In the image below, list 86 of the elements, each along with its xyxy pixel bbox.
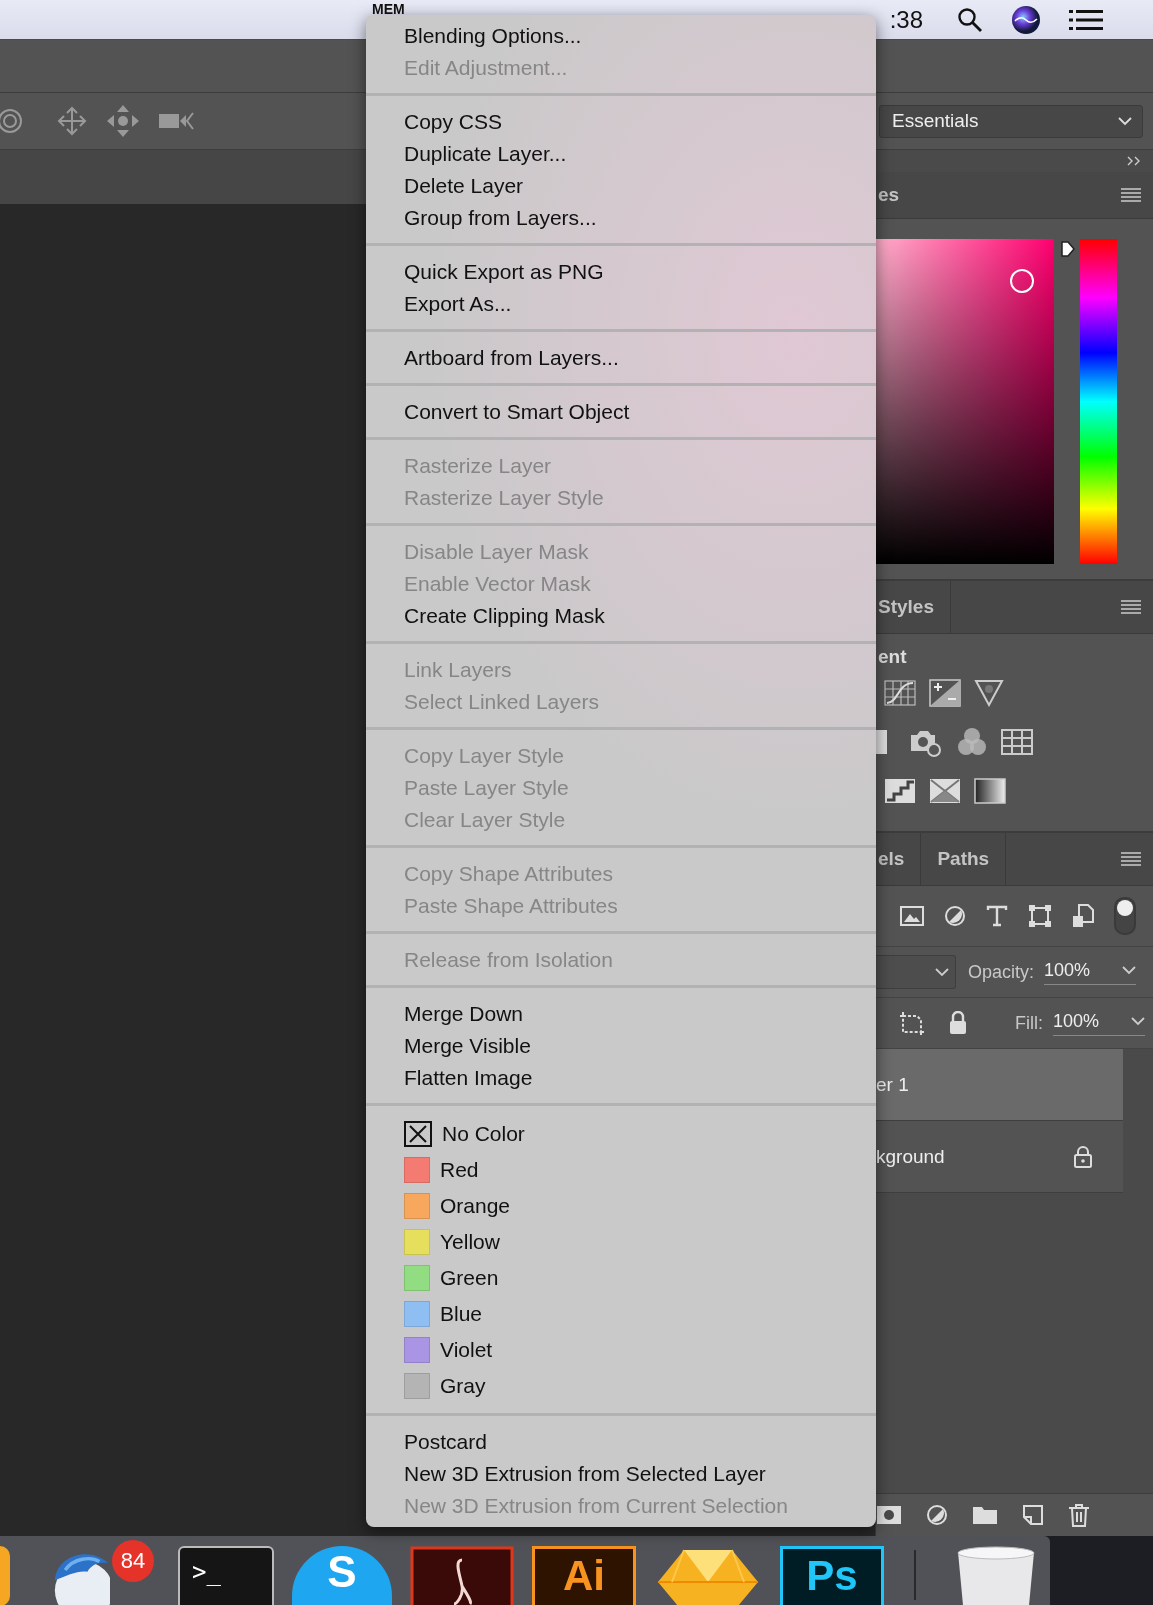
panel-heading: ent [877, 645, 908, 668]
panel-menu-icon[interactable] [1121, 188, 1141, 202]
menu-item[interactable]: Orange [440, 1194, 511, 1218]
panel-menu-icon[interactable] [1121, 852, 1141, 866]
artboard-icon[interactable] [898, 1010, 926, 1036]
transform-icon[interactable] [1028, 904, 1052, 928]
menu-item[interactable]: Yellow [440, 1230, 500, 1254]
chevron-icon [935, 967, 949, 977]
half-circle-icon[interactable] [926, 1504, 948, 1526]
panel-menu-icon[interactable] [1121, 600, 1141, 614]
fill-field[interactable]: 100% [1053, 1010, 1145, 1036]
trash-icon[interactable] [1068, 1503, 1090, 1527]
menu-item[interactable]: Blue [440, 1302, 483, 1326]
panel-tab[interactable]: Styles [876, 596, 950, 618]
menu-item[interactable]: Create Clipping Mask [366, 600, 876, 632]
drag-icon[interactable] [106, 104, 140, 138]
opacity-label: Opacity: [968, 961, 1035, 983]
hue-slider-handle[interactable] [1060, 239, 1076, 258]
terminal-app-icon[interactable]: >_ [178, 1546, 274, 1605]
layer-name: kground [876, 1145, 945, 1168]
menu-item[interactable]: Violet [440, 1338, 493, 1362]
workspace-dropdown[interactable]: Essentials [879, 104, 1143, 138]
type-icon[interactable] [986, 905, 1008, 927]
move-icon[interactable] [56, 105, 88, 137]
menu-item[interactable]: Gray [440, 1374, 486, 1398]
menu-item[interactable]: Postcard [366, 1426, 876, 1458]
menu-item[interactable]: Copy CSS [366, 106, 876, 138]
status-text: MEM [372, 1, 405, 17]
menu-item[interactable]: Duplicate Layer... [366, 138, 876, 170]
new-layer-icon[interactable] [1022, 1504, 1044, 1526]
menu-item[interactable]: Artboard from Layers... [366, 342, 876, 374]
panel-tab[interactable]: Paths [935, 848, 1006, 870]
color-picker-handle[interactable] [1010, 269, 1034, 293]
panel-tab[interactable]: es [876, 184, 916, 206]
square-icon[interactable] [876, 728, 888, 755]
illustrator-app-icon[interactable]: Ai [532, 1546, 636, 1605]
menu-item[interactable]: No Color [442, 1122, 525, 1146]
folder-icon[interactable] [972, 1505, 998, 1525]
document-icon[interactable] [1072, 904, 1094, 928]
triangle-icon[interactable] [974, 678, 1004, 707]
chevron-icon [1122, 965, 1137, 975]
app-icon[interactable] [0, 1546, 10, 1605]
clock: :38 [889, 5, 923, 34]
lock-icon[interactable] [1073, 1145, 1093, 1168]
menu-item[interactable]: Merge Visible [366, 1030, 876, 1062]
orbit-icon[interactable] [0, 106, 24, 136]
menu-item[interactable]: Quick Export as PNG [366, 256, 876, 288]
menu-item[interactable]: Convert to Smart Object [366, 396, 876, 428]
menu-item[interactable]: Export As... [366, 288, 876, 320]
menu-item[interactable]: Blending Options... [366, 20, 876, 52]
filter-toggle[interactable] [1114, 897, 1136, 935]
grid-icon[interactable] [1001, 728, 1033, 755]
layer-name: er 1 [876, 1073, 909, 1096]
menu-item[interactable]: New 3D Extrusion from Selected Layer [366, 1458, 876, 1490]
menu-item[interactable]: Green [440, 1266, 499, 1290]
menu-item[interactable]: Flatten Image [366, 1062, 876, 1094]
overlapping-circles-icon[interactable] [956, 726, 988, 757]
fill-label: Fill: [1015, 1012, 1043, 1034]
no-color-icon [404, 1121, 432, 1147]
layer-row[interactable]: kground [876, 1121, 1123, 1193]
notification-badge: 84 [112, 1540, 154, 1582]
menu-item[interactable]: Red [440, 1158, 479, 1182]
photoshop-app-icon[interactable]: Ps [780, 1546, 884, 1605]
orb-icon[interactable] [1011, 4, 1041, 35]
image-icon[interactable] [900, 906, 924, 926]
opacity-field[interactable]: 100% [1044, 959, 1137, 985]
mask-icon[interactable] [876, 1505, 902, 1525]
layer-row[interactable]: er 1 [876, 1049, 1123, 1121]
gradient-icon[interactable] [974, 777, 1006, 804]
list-icon[interactable] [1069, 8, 1103, 31]
chevron-icon [1118, 116, 1132, 126]
menu-item[interactable]: Merge Down [366, 998, 876, 1030]
exposure-icon[interactable] [929, 678, 961, 707]
expand-icon[interactable] [1127, 156, 1141, 166]
menu-item[interactable]: Group from Layers... [366, 202, 876, 234]
posterize-icon[interactable] [884, 777, 916, 804]
panel-tab[interactable]: els [876, 848, 921, 870]
color-field[interactable] [876, 239, 1054, 564]
curves-icon[interactable] [884, 679, 916, 706]
menu-item[interactable]: Delete Layer [366, 170, 876, 202]
search-icon[interactable] [957, 6, 983, 33]
half-circle-icon[interactable] [944, 905, 966, 927]
chevron-icon [1131, 1016, 1145, 1026]
lock-icon[interactable] [948, 1011, 968, 1035]
acrobat-app-icon[interactable] [410, 1546, 514, 1605]
threshold-icon[interactable] [929, 777, 961, 804]
